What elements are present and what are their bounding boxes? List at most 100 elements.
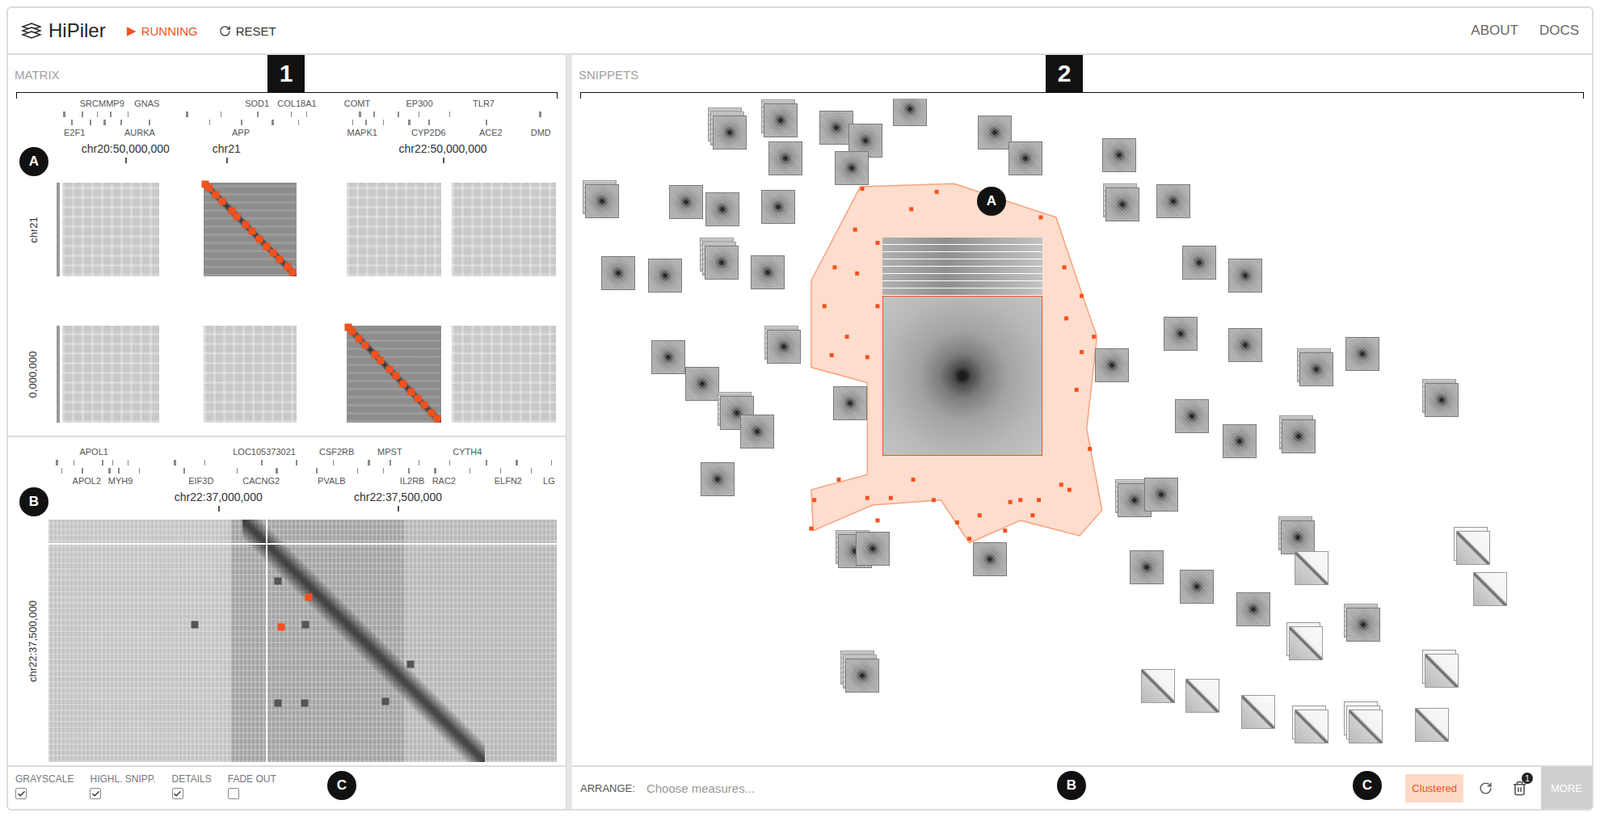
snippet-pile[interactable] (1141, 669, 1175, 704)
option-checkbox[interactable]: FADE OUT (227, 773, 277, 803)
gene-label[interactable]: MAPK1 (347, 127, 378, 138)
snippet-canvas[interactable] (572, 98, 1592, 766)
gene-label[interactable]: CACNG2 (242, 475, 280, 486)
matrix-block[interactable] (203, 182, 297, 277)
gene-label[interactable]: MPST (377, 446, 403, 457)
run-button[interactable]: ▶RUNNING (126, 23, 198, 38)
snippet-pile[interactable] (1228, 328, 1263, 363)
clustered-button[interactable]: Clustered (1405, 774, 1464, 803)
snippet-pile[interactable] (1144, 477, 1179, 512)
snippet-marker[interactable] (302, 621, 310, 629)
matrix-block[interactable] (346, 182, 442, 277)
gene-label[interactable]: EIF3D (188, 475, 214, 486)
gene-label[interactable]: APOL1 (79, 446, 108, 457)
gene-label[interactable]: MYH9 (108, 475, 134, 486)
option-checkbox[interactable]: DETAILS (172, 773, 212, 803)
matrix-block[interactable] (451, 182, 556, 277)
snippet-pile[interactable] (685, 366, 720, 401)
snippet-pile[interactable] (1456, 530, 1491, 565)
snippet-pile[interactable] (1105, 187, 1140, 222)
trash-button[interactable]: 1 (1507, 775, 1532, 800)
selected-pile[interactable] (882, 237, 1043, 456)
snippet-marker[interactable] (277, 623, 285, 631)
snippet-pile[interactable] (834, 151, 869, 186)
panel-divider[interactable] (565, 54, 573, 809)
snippet-pile[interactable] (1094, 348, 1129, 383)
gene-label[interactable]: GNAS (134, 98, 160, 109)
snippet-pile[interactable] (766, 329, 801, 364)
snippet-pile[interactable] (669, 185, 704, 219)
gene-label[interactable]: APOL2 (72, 475, 102, 486)
gene-label[interactable]: IL2RB (400, 475, 426, 486)
gene-label[interactable]: APP (231, 127, 250, 138)
gene-label[interactable]: ELFN2 (494, 475, 523, 486)
snippet-pile[interactable] (601, 256, 636, 291)
gene-label[interactable]: TLR7 (472, 98, 495, 109)
gene-label[interactable]: E2F1 (63, 127, 85, 138)
matrix-block[interactable] (62, 325, 160, 423)
gene-label[interactable]: CYTH4 (452, 446, 482, 457)
snippet-pile[interactable] (763, 103, 798, 138)
snippet-pile[interactable] (1414, 707, 1449, 742)
snippet-pile[interactable] (700, 462, 735, 497)
snippet-pile[interactable] (833, 386, 868, 421)
gene-label[interactable]: PVALB (317, 475, 346, 486)
snippet-pile[interactable] (1424, 653, 1459, 688)
snippet-pile[interactable] (1179, 569, 1214, 604)
snippet-pile[interactable] (1424, 383, 1459, 417)
snippet-pile[interactable] (1236, 592, 1271, 627)
gene-label[interactable]: SOD1 (244, 98, 270, 109)
snippet-pile[interactable] (1281, 419, 1316, 454)
snippet-pile[interactable] (651, 340, 686, 375)
reset-button[interactable]: RESET (218, 24, 277, 38)
gene-label[interactable]: RAC2 (432, 475, 456, 486)
option-checkbox[interactable]: GRAYSCALE (15, 773, 74, 803)
snippet-pile[interactable] (1346, 607, 1381, 642)
snippet-marker[interactable] (407, 661, 415, 669)
snippet-pile[interactable] (1473, 572, 1508, 607)
snippet-pile[interactable] (1102, 138, 1137, 173)
snippet-pile[interactable] (1129, 550, 1164, 585)
snippet-pile[interactable] (1228, 258, 1263, 293)
snippet-pile[interactable] (1299, 352, 1334, 387)
snippet-pile[interactable] (1280, 520, 1315, 555)
snippet-pile[interactable] (1185, 678, 1220, 713)
gene-label[interactable]: COL18A1 (277, 98, 316, 109)
snippet-marker[interactable] (274, 699, 283, 708)
snippet-pile[interactable] (972, 542, 1007, 577)
snippet-pile[interactable] (1182, 245, 1217, 280)
snippet-pile[interactable] (1294, 709, 1329, 744)
matrix-block[interactable] (62, 182, 160, 277)
checkbox[interactable] (172, 787, 184, 800)
gene-label[interactable]: LOC105373021 (232, 446, 296, 457)
gene-label[interactable]: AURKA (124, 127, 156, 138)
checkbox[interactable] (15, 787, 27, 800)
snippet-pile[interactable] (740, 414, 775, 449)
more-button[interactable]: MORE (1541, 766, 1592, 809)
snippet-pile[interactable] (1222, 424, 1257, 459)
gene-label[interactable]: ACE2 (479, 127, 503, 138)
refresh-button[interactable] (1473, 775, 1498, 800)
measure-input[interactable] (644, 780, 1396, 796)
gene-label[interactable]: CSF2RB (319, 446, 354, 457)
gene-label[interactable]: SRCMMP9 (80, 98, 125, 109)
snippet-pile[interactable] (1008, 141, 1043, 176)
matrix-block[interactable] (451, 325, 556, 423)
snippet-marker[interactable] (300, 699, 308, 708)
snippet-pile[interactable] (1174, 399, 1209, 434)
matrix-block[interactable] (203, 325, 297, 423)
snippet-pile[interactable] (768, 141, 803, 176)
snippet-pile[interactable] (1241, 694, 1276, 729)
gene-label[interactable]: CYP2D6 (411, 127, 447, 138)
snippet-pile[interactable] (585, 184, 619, 219)
nav-link[interactable]: DOCS (1539, 22, 1579, 39)
snippet-pile[interactable] (648, 258, 683, 293)
option-checkbox[interactable]: HIGHL. SNIPP. (89, 773, 156, 803)
snippet-pile[interactable] (712, 115, 747, 150)
snippet-marker[interactable] (381, 697, 389, 705)
snippet-pile[interactable] (705, 192, 740, 227)
snippet-pile[interactable] (1348, 709, 1383, 744)
checkbox[interactable] (89, 787, 102, 800)
nav-link[interactable]: ABOUT (1470, 22, 1519, 39)
detail-matrix[interactable] (48, 519, 557, 763)
